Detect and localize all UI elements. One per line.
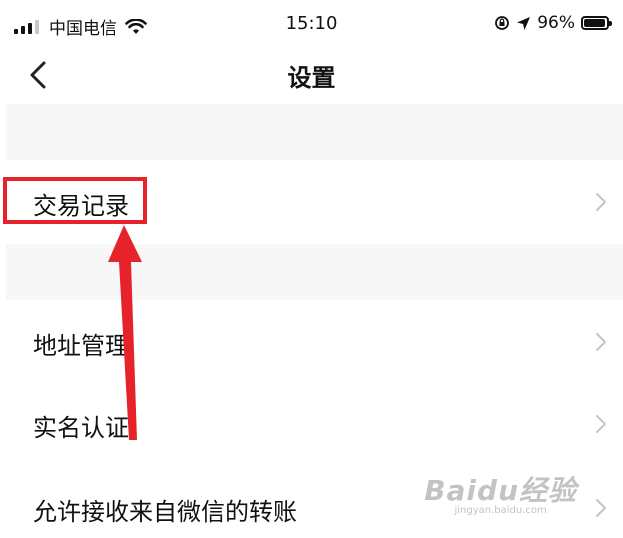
page-title: 设置 — [287, 64, 336, 92]
status-right: 96% — [494, 13, 612, 33]
watermark-logo: Baidu经验 — [424, 474, 577, 507]
orientation-lock-icon — [495, 16, 510, 30]
settings-item-label: 实名认证 — [33, 414, 129, 442]
settings-item-address-management[interactable]: 地址管理 — [0, 300, 623, 384]
chevron-right-icon — [596, 193, 606, 211]
highlight-box — [3, 177, 147, 224]
battery-fill — [584, 19, 606, 27]
watermark: Baidu经验 jingyan.baidu.com — [424, 469, 577, 516]
location-arrow-icon — [517, 16, 531, 30]
settings-item-real-name-verification[interactable]: 实名认证 — [0, 384, 623, 468]
chevron-right-icon — [596, 415, 606, 433]
status-bar: 中国电信 15:10 96% — [0, 0, 623, 50]
section-divider — [6, 104, 623, 160]
chevron-right-icon — [596, 333, 606, 351]
chevron-right-icon — [596, 499, 606, 517]
battery-icon — [581, 16, 612, 30]
settings-item-label: 地址管理 — [33, 332, 129, 360]
settings-item-label: 允许接收来自微信的转账 — [33, 498, 297, 526]
battery-percent: 96% — [537, 13, 575, 33]
section-divider — [6, 244, 623, 300]
nav-bar: 设置 — [0, 50, 623, 102]
